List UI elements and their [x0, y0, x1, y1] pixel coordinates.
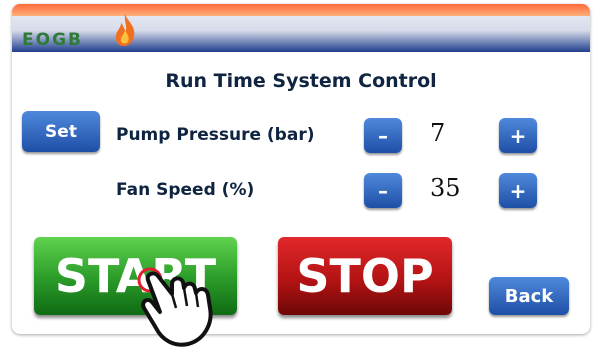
pump-pressure-increase-button[interactable]: + — [499, 118, 537, 153]
pump-pressure-value: 7 — [430, 119, 446, 147]
stop-button[interactable]: STOP — [278, 237, 452, 315]
flame-icon — [115, 14, 135, 46]
brand-logo: EOGB — [22, 30, 83, 50]
fan-speed-label: Fan Speed (%) — [116, 180, 255, 200]
stop-button-label: STOP — [296, 249, 434, 303]
header-accent-strip — [12, 4, 590, 16]
pump-pressure-decrease-button[interactable]: – — [364, 118, 402, 153]
set-button[interactable]: Set — [22, 111, 100, 152]
pointing-hand-icon — [137, 267, 213, 347]
plus-icon: + — [509, 123, 527, 148]
page-title: Run Time System Control — [165, 70, 437, 92]
minus-icon: – — [378, 178, 388, 203]
fan-speed-value: 35 — [430, 174, 461, 202]
touch-screen: EOGB Run Time System Control Set Pump Pr… — [12, 4, 590, 334]
back-button-label: Back — [504, 285, 554, 307]
pump-pressure-label: Pump Pressure (bar) — [116, 125, 315, 145]
minus-icon: – — [378, 123, 388, 148]
back-button[interactable]: Back — [489, 277, 569, 315]
header-bar: EOGB — [12, 4, 590, 52]
fan-speed-increase-button[interactable]: + — [499, 173, 537, 208]
plus-icon: + — [509, 178, 527, 203]
fan-speed-decrease-button[interactable]: – — [364, 173, 402, 208]
set-button-label: Set — [45, 121, 77, 142]
